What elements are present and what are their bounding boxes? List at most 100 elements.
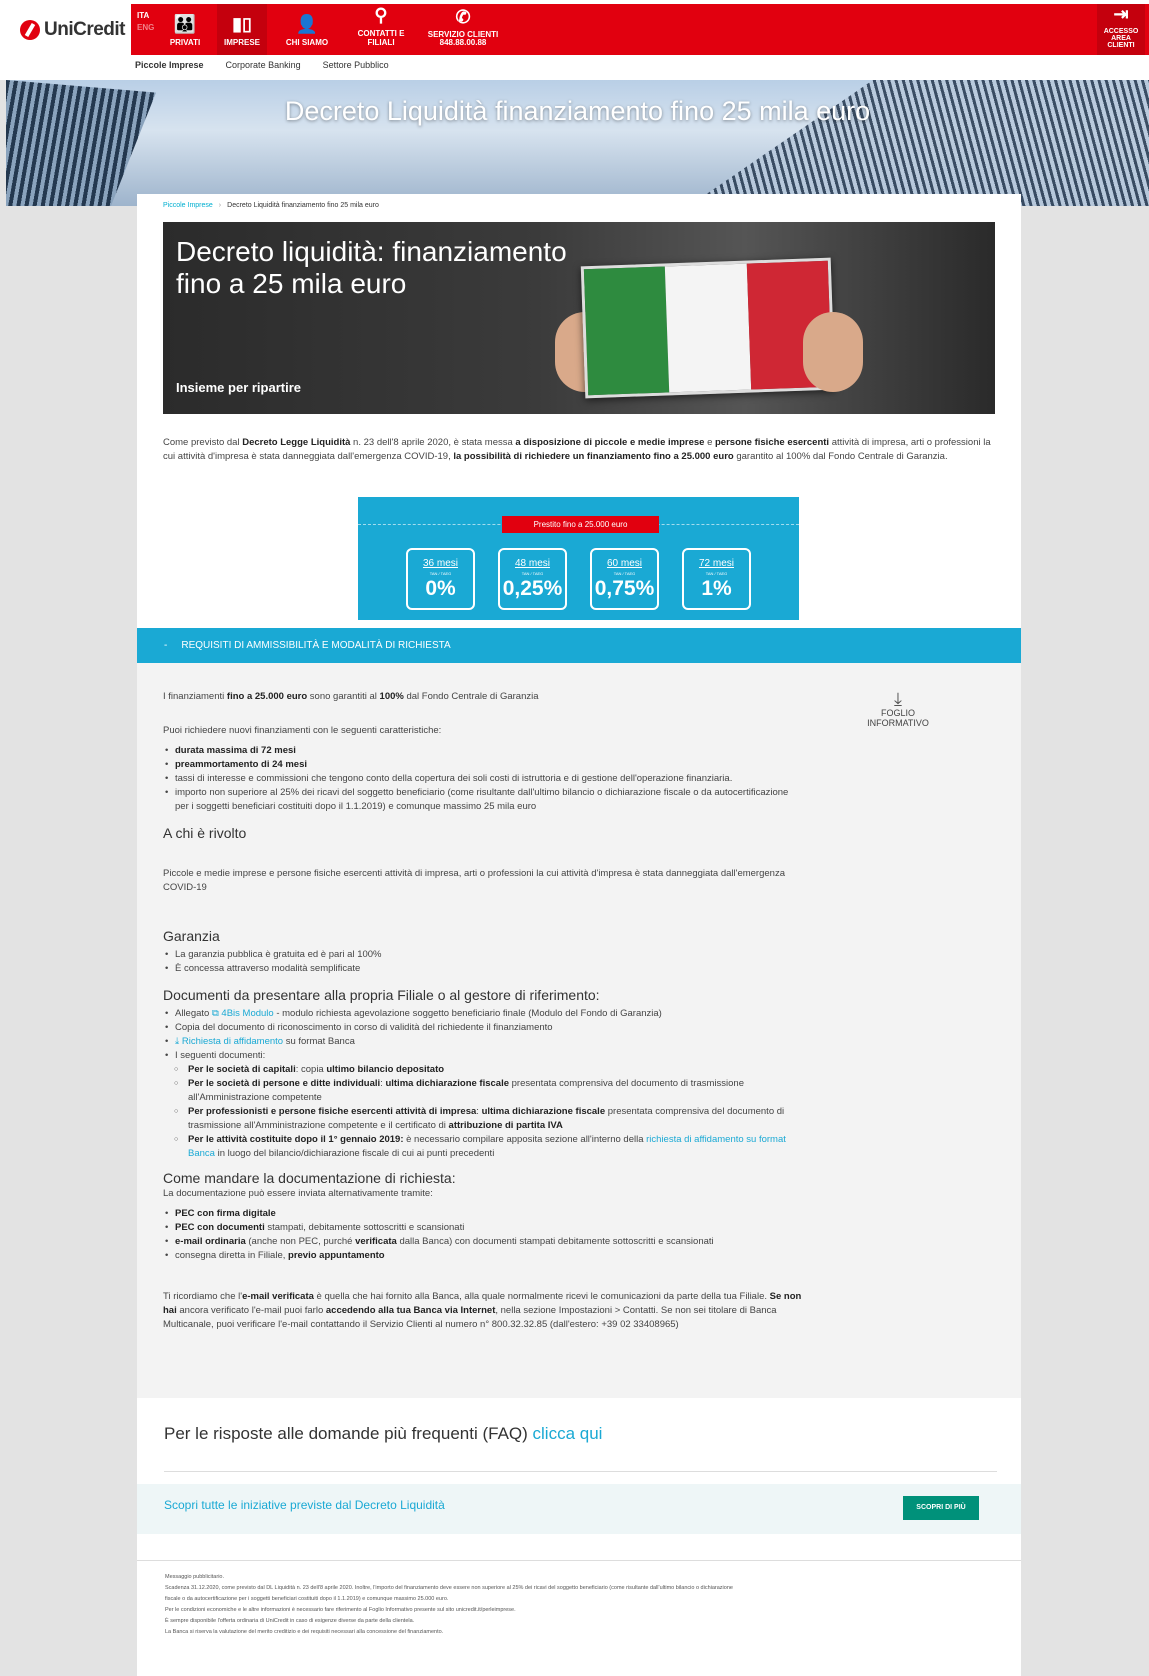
text: I finanziamenti [163,691,227,702]
nav-imprese[interactable]: ▮▯ IMPRESE [217,4,267,55]
discover-text[interactable]: Scopri tutte le iniziative previste dal … [164,1498,445,1512]
list-item: Copia del documento di riconoscimento in… [163,1021,803,1035]
text-bold: e-mail verificata [242,1291,314,1302]
text-bold: PEC con documenti [175,1222,265,1233]
unicredit-logo[interactable]: UniCredit [20,16,126,44]
lang-ita[interactable]: ITA [137,11,149,20]
rate-value: 1% [701,577,732,600]
intro-text: Come previsto dal [163,437,243,448]
documenti-title: Documenti da presentare alla propria Fil… [163,987,600,1003]
list-item: PEC con documenti stampati, debitamente … [163,1221,803,1235]
mandare-intro: La documentazione può essere inviata alt… [163,1188,433,1199]
legal-line: Messaggio pubblicitario. [165,1574,225,1580]
location-icon: ⚲ [374,5,388,25]
phone-icon: ✆ [455,7,471,27]
text-bold: ultimo bilancio depositato [326,1064,445,1075]
mandare-list: PEC con firma digitale PEC con documenti… [163,1207,803,1263]
logo-text: UniCredit [44,19,126,40]
rate-card-72: 72 mesi TAN / TAEG 1% [682,548,751,610]
text: dal Fondo Centrale di Garanzia [403,691,539,702]
list-item: e-mail ordinaria (anche non PEC, purché … [163,1235,803,1249]
text-bold: Per le attività costituite dopo il 1° ge… [188,1134,404,1145]
access-area-clienti-button[interactable]: ⇥ ACCESSO AREA CLIENTI [1097,4,1145,55]
collapse-icon: - [164,640,168,651]
rates-box: Prestito fino a 25.000 euro 36 mesi TAN … [358,497,799,620]
legal-line: Scadenza 31.12.2020, come previsto dal D… [165,1585,733,1591]
banner-title: Decreto liquidità: finanziamento fino a 2… [176,236,596,300]
rate-card-60: 60 mesi TAN / TAEG 0,75% [590,548,659,610]
hero-title: Decreto Liquidità finanziamento fino 25 … [284,96,871,126]
rate-card-36: 36 mesi TAN / TAEG 0% [406,548,475,610]
breadcrumb: Piccole Imprese › Decreto Liquidità finanz… [163,202,379,209]
text-bold: previo appuntamento [288,1250,385,1261]
list-item: I seguenti documenti: [163,1049,803,1063]
list-item: È concessa attraverso modalità semplific… [163,962,803,976]
scopri-button[interactable]: SCOPRI DI PIÙ [903,1496,979,1520]
family-icon: 👪 [173,14,197,34]
intro-text: garantito al 100% dal Fondo Centrale di … [733,451,948,462]
foglio-informativo-download[interactable]: ⤓ FOGLIO INFORMATIVO [850,690,946,728]
subnav-corporate-banking[interactable]: Corporate Banking [226,60,301,70]
subnav-settore-pubblico[interactable]: Settore Pubblico [323,60,389,70]
link-richiesta-affidamento[interactable]: Richiesta di affidamento [182,1036,283,1047]
list-item: Per le società di capitali: copia ultimo… [163,1063,803,1077]
divider [137,1560,1021,1561]
nav-privati[interactable]: 👪 PRIVATI [161,4,209,55]
nav-label: CHI SIAMO [285,38,329,47]
text-bold: accedendo alla tua Banca via Internet [325,1305,496,1316]
documenti-sublist: Per le società di capitali: copia ultimo… [163,1063,803,1161]
list-item: PEC con firma digitale [163,1207,803,1221]
list-item: Per professionisti e persone fisiche ese… [163,1105,803,1133]
mandare-title: Come mandare la documentazione di richie… [163,1170,456,1186]
language-switch[interactable]: ITA ENG [137,10,154,34]
rate-months: 60 mesi [606,558,642,569]
intro-bold: la possibilità di richiedere un finanzia… [453,451,734,462]
requirements-lead: Puoi richiedere nuovi finanziamenti con … [163,725,442,736]
download-icon: ⤓ [175,1036,182,1047]
link-4bis-modulo[interactable]: 4Bis Modulo [221,1008,273,1019]
download-icon: ⤓ [894,689,902,709]
intro-text: e [704,437,715,448]
logo-mark-icon [20,20,40,40]
nav-servizio-clienti[interactable]: ✆ SERVIZIO CLIENTI 848.88.00.88 [427,4,499,55]
intro-text: n. 23 dell'8 aprile 2020, è stata messa [350,437,516,448]
nav-phone: 848.88.00.88 [439,38,487,47]
text-bold: Per le società di persone e ditte indivi… [188,1078,381,1089]
nav-label: PRIVATI [169,38,201,47]
lang-eng[interactable]: ENG [137,22,154,34]
faq-text: Per le risposte alle domande più frequen… [164,1424,602,1444]
text: è necessario compilare apposita sezione … [403,1134,647,1145]
subnav-piccole-imprese[interactable]: Piccole Imprese [135,60,204,70]
italian-flag-image [580,257,836,399]
list-item: consegna diretta in Filiale, previo appu… [163,1249,803,1263]
list-item: tassi di interesse e commissioni che ten… [163,772,803,786]
requirements-accordion-header[interactable]: - REQUISITI DI AMMISSIBILITÀ E MODALITÀ D… [137,628,1021,671]
text-bold: durata massima di 72 mesi [175,745,296,756]
rate-months: 72 mesi [698,558,734,569]
banner-title-line2: fino a 25 mila euro [176,268,407,299]
nav-chi-siamo[interactable]: 👤 CHI SIAMO [281,4,333,55]
text-bold: preammortamento di 24 mesi [175,759,307,770]
breadcrumb-home[interactable]: Piccole Imprese [163,202,213,209]
text: consegna diretta in Filiale, [175,1250,289,1261]
legal-line: Per le condizioni economiche e le altre … [165,1607,516,1613]
faq-link[interactable]: clicca qui [533,1424,603,1443]
text: su format Banca [283,1036,355,1047]
right-hand-image [803,312,863,392]
nav-contatti[interactable]: ⚲ CONTATTI E FILIALI [343,4,419,55]
email-note: Ti ricordiamo che l'e-mail verificata è … [163,1290,803,1332]
list-item: importo non superiore al 25% dei ricavi … [163,786,803,814]
text: - modulo richiesta agevolazione soggetto… [273,1008,662,1019]
rivolto-title: A chi è rivolto [163,825,247,841]
rate-months: 48 mesi [514,558,550,569]
person-icon: 👤 [295,14,319,34]
rate-sub: TAN / TAEG [521,571,544,576]
accordion-title: REQUISITI DI AMMISSIBILITÀ E MODALITÀ DI… [181,640,451,651]
text-bold: PEC con firma digitale [175,1208,276,1219]
list-item: preammortamento di 24 mesi [163,758,803,772]
list-item: Per le attività costituite dopo il 1° ge… [163,1133,803,1161]
text: in luogo del bilancio/dichiarazione fisc… [214,1148,495,1159]
list-item: La garanzia pubblica è gratuita ed è par… [163,948,803,962]
text: ancora verificato l'e-mail puoi farlo [176,1305,326,1316]
list-item: ⤓ Richiesta di affidamento su format Ban… [163,1035,803,1049]
